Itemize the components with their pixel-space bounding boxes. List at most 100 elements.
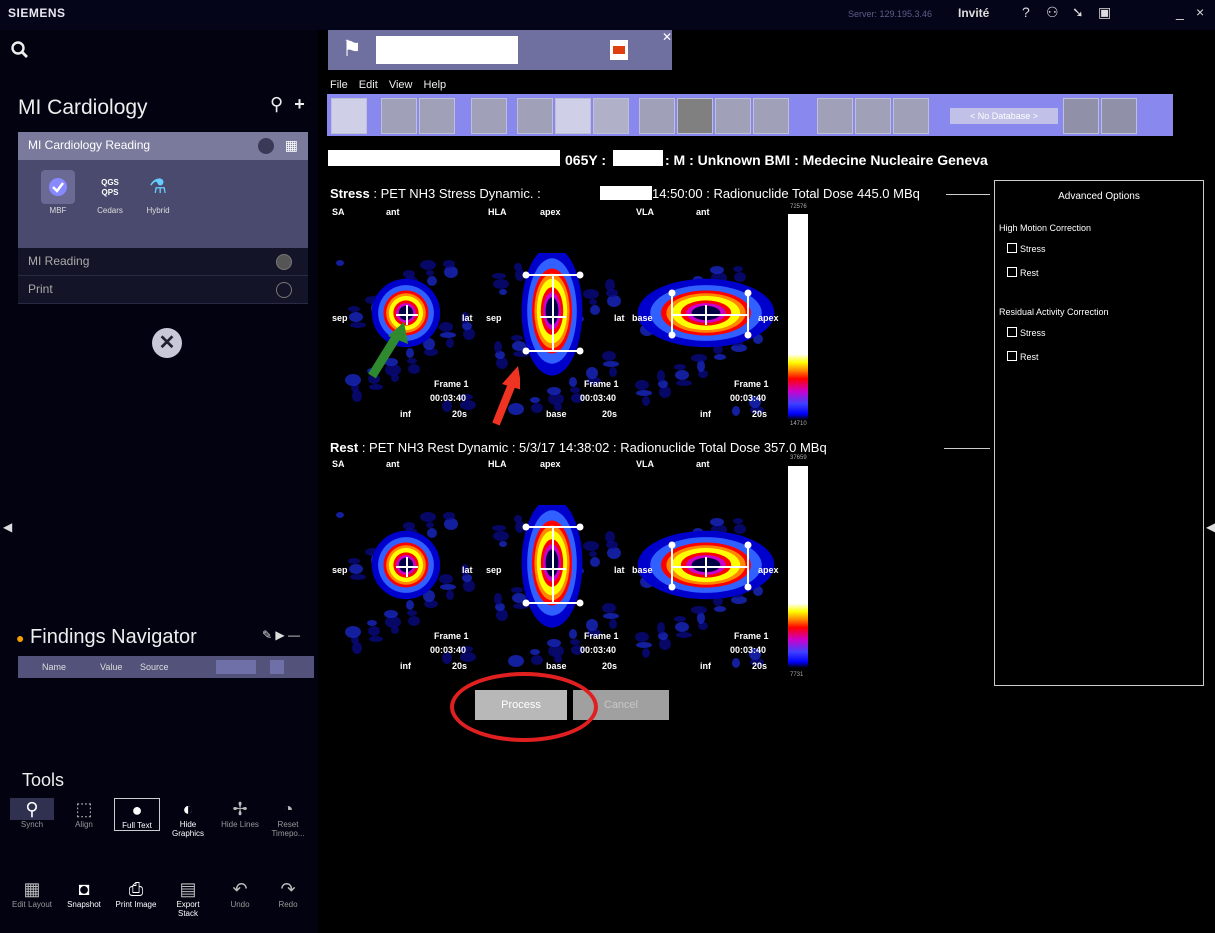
reset-timepoint-tool[interactable]: ◔ Reset Timepo... <box>266 798 310 838</box>
view-tool-button[interactable] <box>555 98 591 134</box>
align-tool[interactable]: ⬚ Align <box>62 798 106 829</box>
menu-help[interactable]: Help <box>424 79 447 91</box>
tools-title: Tools <box>22 770 65 790</box>
noise-speck <box>586 619 598 631</box>
sort-icon[interactable] <box>270 660 284 674</box>
axis-handle[interactable] <box>744 541 752 549</box>
synch-tool[interactable]: ⚲ Synch <box>10 798 54 829</box>
patient-icon: ⚑ <box>342 36 362 61</box>
redo-tool[interactable]: ↷ Redo <box>266 878 310 909</box>
wrench-icon[interactable]: ➘ <box>1072 4 1084 21</box>
filter-icon[interactable] <box>216 660 256 674</box>
hide-graphics-tool[interactable]: ◐ Hide Graphics <box>166 798 210 838</box>
patient-group-button[interactable] <box>419 98 455 134</box>
database-button-1[interactable] <box>1063 98 1099 134</box>
frame-duration: 20s <box>752 409 768 419</box>
close-workflow-button[interactable]: ✕ <box>152 328 182 358</box>
sphere-tool-button[interactable] <box>677 98 713 134</box>
database-button-2[interactable] <box>1101 98 1137 134</box>
snapshot-tool[interactable]: ◘ Snapshot <box>62 878 106 909</box>
noise-speck <box>369 636 383 642</box>
noise-speck <box>609 619 617 629</box>
heart2-tool-button[interactable] <box>753 98 789 134</box>
collapse-left-icon[interactable]: ◀ <box>3 520 12 534</box>
reading-header[interactable]: MI Cardiology Reading ▦ <box>18 132 308 160</box>
rotate-tool-button[interactable] <box>715 98 751 134</box>
noise-speck <box>675 370 689 380</box>
axis-handle[interactable] <box>522 599 530 607</box>
residual-rest-checkbox[interactable]: Rest <box>1007 351 1039 362</box>
hide-lines-tool[interactable]: ✢ Hide Lines <box>218 798 262 829</box>
patient-tool-button[interactable] <box>381 98 417 134</box>
noise-speck <box>492 273 506 279</box>
close-window-icon[interactable]: × <box>1196 4 1204 20</box>
axis-handle[interactable] <box>744 583 752 591</box>
database-select[interactable]: < No Database > <box>950 108 1058 124</box>
heart-view-button[interactable] <box>817 98 853 134</box>
menu-item-print[interactable]: Print <box>18 276 308 304</box>
workflow-mbf[interactable]: MBF <box>36 170 80 215</box>
patient-name-field[interactable] <box>376 36 518 64</box>
workflow-cedars[interactable]: QGS QPS Cedars <box>88 170 132 215</box>
search-icon[interactable] <box>10 40 30 66</box>
close-tab-icon[interactable]: ✕ <box>662 30 672 44</box>
axis-handle[interactable] <box>576 523 584 531</box>
grid-icon[interactable]: ▦ <box>285 137 298 154</box>
findings-toolbar-icons[interactable]: ✎ ▶ — <box>262 628 300 642</box>
axis-handle[interactable] <box>576 347 584 355</box>
target-tool-button[interactable] <box>893 98 929 134</box>
workflow-hybrid[interactable]: ⚗ Hybrid <box>136 170 180 215</box>
undo-tool[interactable]: ↶ Undo <box>218 878 262 909</box>
axis-handle[interactable] <box>668 541 676 549</box>
menu-item-mi-reading[interactable]: MI Reading <box>18 248 308 276</box>
orient-label: base <box>632 313 653 323</box>
frame-time: 00:03:40 <box>580 645 617 655</box>
axis-handle[interactable] <box>668 583 676 591</box>
motion-stress-checkbox[interactable]: Stress <box>1007 243 1046 254</box>
residual-stress-checkbox[interactable]: Stress <box>1007 327 1046 338</box>
checkbox-label: Stress <box>1020 244 1046 254</box>
menu-edit[interactable]: Edit <box>359 79 378 91</box>
edit-layout-tool[interactable]: ▦ Edit Layout <box>10 878 54 909</box>
users-icon[interactable]: ⚇ <box>1046 4 1059 21</box>
minimize-icon[interactable]: _ <box>1176 4 1184 20</box>
axis-handle[interactable] <box>744 289 752 297</box>
noise-speck <box>607 547 621 559</box>
help-icon[interactable]: ? <box>1022 4 1030 20</box>
full-text-tool[interactable]: ● Full Text <box>114 798 160 831</box>
search-add-icon[interactable]: ⚲ <box>270 94 283 114</box>
top-bar <box>0 0 1215 30</box>
noise-speck <box>583 541 599 551</box>
axis-handle[interactable] <box>576 599 584 607</box>
axis-handle[interactable] <box>576 271 584 279</box>
heart-tool-button[interactable] <box>639 98 675 134</box>
select-tool-button[interactable] <box>331 98 367 134</box>
full-text-icon: ● <box>131 800 143 820</box>
axis-handle[interactable] <box>522 271 530 279</box>
user-name[interactable]: Invité <box>958 6 989 20</box>
export-stack-tool[interactable]: ▤ Export Stack <box>166 878 210 918</box>
axis-tool-button[interactable] <box>471 98 507 134</box>
person-tool-button[interactable] <box>593 98 629 134</box>
axis-handle[interactable] <box>668 289 676 297</box>
menu-view[interactable]: View <box>389 79 413 91</box>
patient-info: : M : Unknown BMI : Medecine Nucleaire G… <box>665 152 988 168</box>
report-icon[interactable] <box>610 40 628 60</box>
view-label-hla: HLA <box>488 207 507 217</box>
hide-lines-icon: ✢ <box>232 799 248 819</box>
axis-handle[interactable] <box>668 331 676 339</box>
heart-edit-button[interactable] <box>855 98 891 134</box>
motion-rest-checkbox[interactable]: Rest <box>1007 267 1039 278</box>
noise-speck <box>657 370 665 382</box>
briefcase-icon[interactable]: ▣ <box>1098 4 1111 21</box>
add-icon[interactable]: + <box>294 94 305 114</box>
axis-handle[interactable] <box>744 331 752 339</box>
menu-file[interactable]: File <box>330 79 348 91</box>
collapse-right-icon[interactable]: ◀ <box>1206 520 1215 534</box>
axis-handle[interactable] <box>522 347 530 355</box>
stress-scale-max: 72576 <box>790 204 807 210</box>
print-image-tool[interactable]: ⎙ Print Image <box>114 878 158 909</box>
frame-label: Frame 1 <box>584 379 619 389</box>
axis-handle[interactable] <box>522 523 530 531</box>
contour-tool-button[interactable] <box>517 98 553 134</box>
